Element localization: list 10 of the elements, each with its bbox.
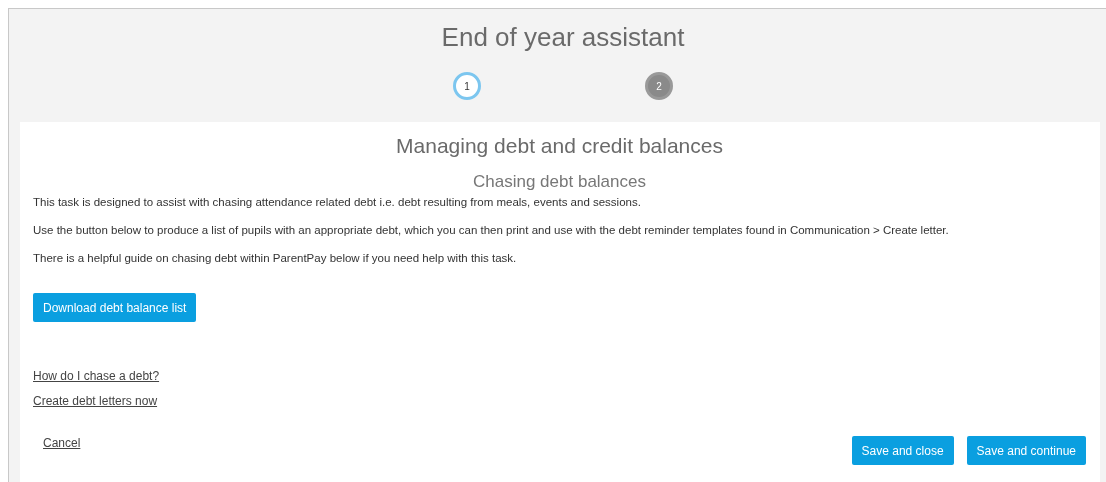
step-indicator[interactable]: 1 [453, 72, 481, 100]
cancel-link[interactable]: Cancel [43, 436, 81, 450]
paragraph: There is a helpful guide on chasing debt within ParentPay below if you need help with this task. [33, 251, 518, 266]
section-heading: Managing debt and credit balances [395, 134, 724, 158]
paragraph: Use the button below to produce a list of pupils with an appropriate debt, which you can then print and use with the debt reminder templates found in Communication > Create letter. [33, 223, 950, 238]
help-link[interactable]: Create debt letters now [33, 394, 158, 408]
paragraph: This task is designed to assist with chasing attendance related debt i.e. debt resulting from meals, events and sessions. [33, 195, 642, 210]
help-link[interactable]: How do I chase a debt? [33, 369, 160, 383]
section-subheading: Chasing debt balances [472, 172, 647, 192]
window-title: End of year assistant [440, 22, 686, 54]
